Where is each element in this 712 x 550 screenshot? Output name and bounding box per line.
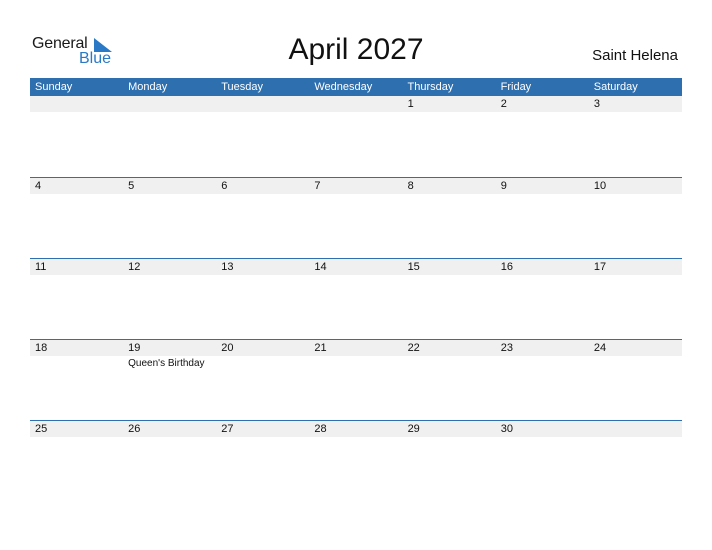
- day-cell: 26: [123, 421, 216, 502]
- day-cell: 16: [496, 259, 589, 340]
- week-row: 11 12 13 14 15 16 17: [30, 258, 682, 340]
- day-cell: 12: [123, 259, 216, 340]
- day-number: 27: [221, 423, 234, 435]
- day-number: 15: [407, 261, 420, 273]
- day-cell: 25: [30, 421, 123, 502]
- day-cell: 15: [403, 259, 496, 340]
- day-number: 13: [221, 261, 234, 273]
- day-cell: 21: [309, 340, 402, 421]
- weekday-saturday: Saturday: [593, 81, 638, 93]
- day-number: 24: [593, 342, 607, 354]
- day-cell: 2: [496, 96, 589, 177]
- day-cell: 4: [30, 178, 123, 259]
- weekday-header: Sunday Monday Tuesday Wednesday Thursday…: [30, 78, 682, 96]
- day-number: 10: [593, 180, 607, 192]
- day-cell: [216, 96, 309, 177]
- day-cell: 23: [496, 340, 589, 421]
- day-cell: [309, 96, 402, 177]
- day-number: 11: [35, 261, 47, 273]
- day-number: 7: [314, 180, 321, 192]
- country-label: Saint Helena: [592, 47, 678, 64]
- day-number: 8: [407, 180, 414, 192]
- day-cell: 7: [309, 178, 402, 259]
- day-cell: 18: [30, 340, 123, 421]
- week-row: 1 2 3: [30, 96, 682, 177]
- day-number: 14: [314, 261, 327, 273]
- weekday-tuesday: Tuesday: [221, 81, 264, 93]
- day-cell: 10: [589, 178, 682, 259]
- day-cell: 30: [496, 421, 589, 502]
- holiday-label: Queen's Birthday: [128, 358, 205, 369]
- day-number: 20: [221, 342, 234, 354]
- day-number: 26: [128, 423, 141, 435]
- week-row: 4 5 6 7 8 9 10: [30, 177, 682, 259]
- day-cell: 19 Queen's Birthday: [123, 340, 216, 421]
- day-cell: 3: [589, 96, 682, 177]
- day-cell: 22: [403, 340, 496, 421]
- day-cell: 13: [216, 259, 309, 340]
- day-cell: 17: [589, 259, 682, 340]
- day-number: 4: [35, 180, 42, 192]
- day-cell: 27: [216, 421, 309, 502]
- day-cell: 6: [216, 178, 309, 259]
- weekday-thursday: Thursday: [407, 81, 454, 93]
- weekday-friday: Friday: [500, 81, 532, 93]
- day-cell: 20: [216, 340, 309, 421]
- day-cell: [30, 96, 123, 177]
- day-cell: [589, 421, 682, 502]
- day-cell: 1: [403, 96, 496, 177]
- day-cell: 5: [123, 178, 216, 259]
- day-number: 23: [500, 342, 513, 354]
- day-number: 9: [500, 180, 507, 192]
- day-number: 16: [500, 261, 513, 273]
- day-number: 29: [407, 423, 420, 435]
- day-number: 19: [128, 342, 141, 354]
- week-row: 25 26 27 28 29 30: [30, 420, 682, 502]
- day-number: 3: [593, 98, 600, 110]
- day-cell: 29: [403, 421, 496, 502]
- day-cell: [123, 96, 216, 177]
- weekday-sunday: Sunday: [35, 81, 73, 93]
- weekday-wednesday: Wednesday: [314, 81, 373, 93]
- day-number: 17: [593, 261, 607, 273]
- day-number: 21: [314, 342, 327, 354]
- day-number: 30: [500, 423, 513, 435]
- day-number: 1: [407, 98, 414, 110]
- day-cell: 14: [309, 259, 402, 340]
- day-number: 22: [407, 342, 420, 354]
- day-number: 12: [128, 261, 141, 273]
- day-cell: 8: [403, 178, 496, 259]
- day-number: 25: [35, 423, 48, 435]
- day-cell: 11: [30, 259, 123, 340]
- day-cell: 9: [496, 178, 589, 259]
- day-number: 5: [128, 180, 135, 192]
- day-cell: 24: [589, 340, 682, 421]
- day-number: 6: [221, 180, 228, 192]
- day-number: 28: [314, 423, 327, 435]
- day-number: 18: [35, 342, 48, 354]
- day-number: 2: [500, 98, 507, 110]
- weekday-monday: Monday: [128, 81, 168, 93]
- week-row: 18 19 Queen's Birthday 20 21 22 23 24: [30, 339, 682, 421]
- day-cell: 28: [309, 421, 402, 502]
